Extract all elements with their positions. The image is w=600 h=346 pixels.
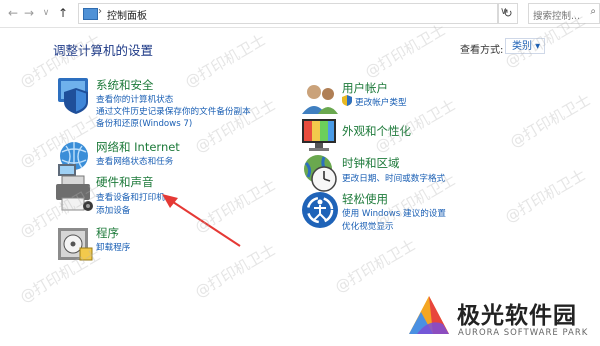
annotation-arrow — [162, 194, 241, 247]
brand-name: 极光软件园 — [457, 303, 577, 329]
user-accounts-icon[interactable] — [300, 80, 340, 120]
back-button[interactable]: ← — [6, 5, 20, 21]
link-network-status[interactable]: 查看网络状态和任务 — [96, 155, 173, 167]
ease-of-access-title[interactable]: 轻松使用 — [342, 191, 388, 207]
link-optimize-visual-display[interactable]: 优化视觉显示 — [342, 220, 394, 232]
search-box[interactable]: ⌕ — [528, 3, 600, 25]
breadcrumb[interactable]: › 控制面板 — [78, 3, 498, 24]
aurora-logo-icon — [409, 296, 449, 334]
history-dropdown[interactable]: ∨ — [40, 5, 52, 21]
brand-logo: 极光软件园 AURORA SOFTWARE PARK — [405, 290, 600, 346]
watermark: @打印机卫士 — [506, 90, 594, 152]
link-add-device[interactable]: 添加设备 — [96, 204, 130, 216]
network-internet-icon[interactable] — [54, 138, 94, 178]
link-change-date-time-format[interactable]: 更改日期、时间或数字格式 — [342, 172, 445, 184]
search-input[interactable] — [529, 8, 585, 25]
network-internet-title[interactable]: 网络和 Internet — [96, 139, 180, 155]
programs-icon[interactable] — [56, 224, 96, 264]
address-bar: ← → ∨ ↑ › 控制面板 ∨ ↻ ⌕ — [0, 0, 600, 28]
view-by-label: 查看方式: — [460, 45, 504, 56]
forward-button[interactable]: → — [22, 5, 36, 21]
link-file-history-backup[interactable]: 通过文件历史记录保存你的文件备份副本 — [96, 105, 251, 117]
shield-icon — [342, 95, 352, 106]
appearance-personalization-icon[interactable] — [300, 115, 340, 155]
breadcrumb-control-panel[interactable]: 控制面板 — [107, 7, 147, 22]
hardware-sound-icon[interactable] — [54, 174, 94, 214]
user-accounts-title[interactable]: 用户帐户 — [342, 80, 388, 96]
watermark: @打印机卫士 — [361, 20, 449, 82]
clock-region-title[interactable]: 时钟和区域 — [342, 155, 400, 171]
control-panel-icon — [83, 8, 98, 20]
link-uninstall-program[interactable]: 卸载程序 — [96, 241, 130, 253]
refresh-button[interactable]: ↻ — [498, 3, 518, 24]
appearance-title[interactable]: 外观和个性化 — [342, 123, 411, 139]
link-view-computer-status[interactable]: 查看你的计算机状态 — [96, 93, 173, 105]
search-icon[interactable]: ⌕ — [590, 6, 596, 17]
hardware-sound-title[interactable]: 硬件和声音 — [96, 174, 154, 190]
link-backup-restore[interactable]: 备份和还原(Windows 7) — [96, 117, 192, 129]
watermark: @打印机卫士 — [331, 235, 419, 297]
brand-subtitle: AURORA SOFTWARE PARK — [458, 328, 589, 338]
ease-of-access-icon[interactable] — [300, 190, 340, 230]
view-by-dropdown[interactable]: 类别 ▾ — [505, 38, 545, 54]
system-security-icon[interactable] — [54, 74, 94, 114]
watermark: @打印机卫士 — [191, 95, 279, 157]
system-security-title[interactable]: 系统和安全 — [96, 77, 154, 93]
page-title: 调整计算机的设置 — [53, 43, 154, 58]
watermark: @打印机卫士 — [501, 165, 589, 227]
clock-region-icon[interactable] — [300, 153, 340, 193]
programs-title[interactable]: 程序 — [96, 225, 119, 241]
link-change-account-type[interactable]: 更改帐户类型 — [355, 96, 407, 108]
up-button[interactable]: ↑ — [56, 5, 70, 21]
watermark: @打印机卫士 — [181, 30, 269, 92]
breadcrumb-separator: › — [98, 6, 102, 17]
link-windows-recommended-settings[interactable]: 使用 Windows 建议的设置 — [342, 207, 446, 219]
